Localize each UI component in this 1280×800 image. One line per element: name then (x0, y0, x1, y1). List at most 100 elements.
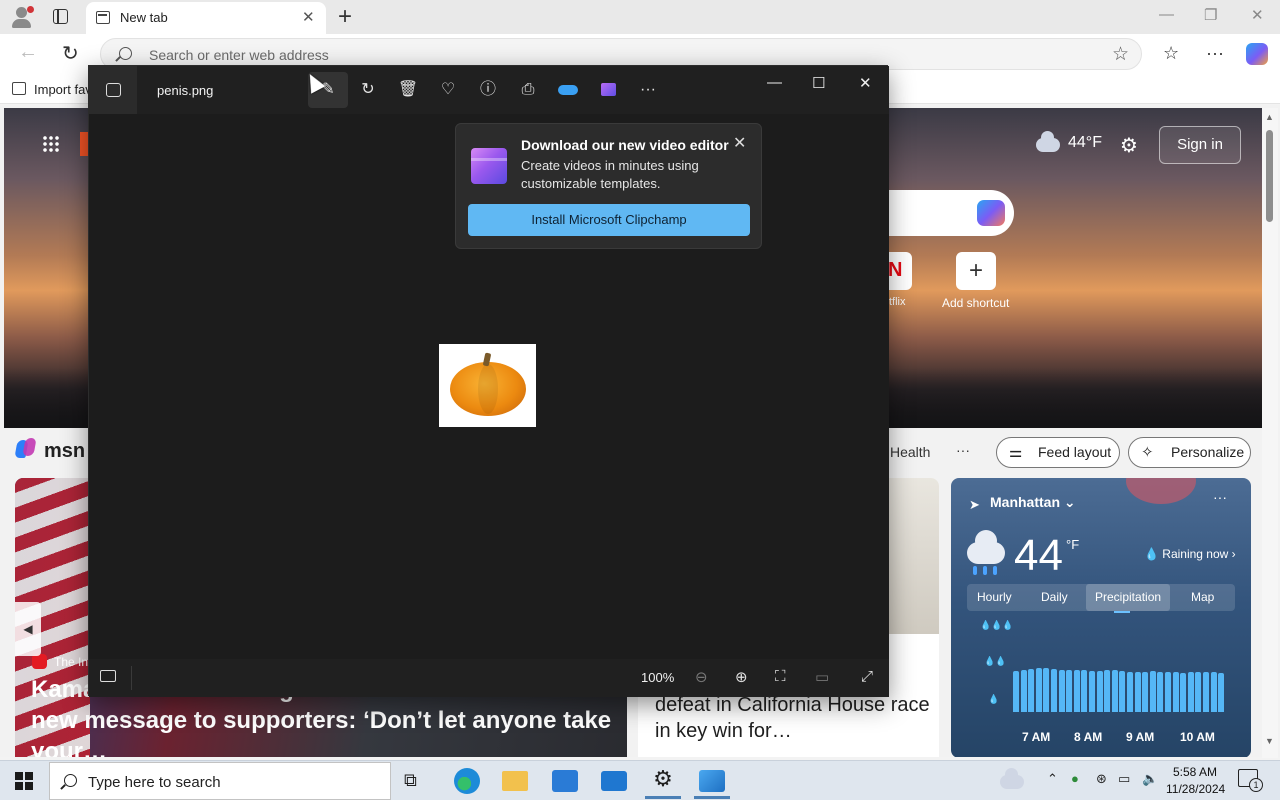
msn-logo-text[interactable]: msn (44, 440, 85, 463)
settings-app-icon[interactable]: ⚙ (645, 766, 681, 799)
precip-bar (1051, 669, 1057, 712)
weather-status[interactable]: 💧 Raining now › (1144, 547, 1236, 561)
fit-to-window-icon[interactable]: ⛶ (775, 668, 786, 685)
browser-restore-icon[interactable]: ❐ (1204, 6, 1217, 24)
nav-health[interactable]: Health (890, 444, 930, 460)
weather-status-text: Raining now (1162, 547, 1229, 561)
weather-tab-hourly[interactable]: Hourly (977, 590, 1012, 604)
scrollbar-thumb[interactable] (1266, 130, 1273, 222)
precipitation-chart: 💧💧💧 💧💧 💧 7 AM 8 AM 9 AM 10 AM (967, 618, 1235, 744)
more-menu-icon[interactable]: ··· (1206, 43, 1224, 64)
volume-icon[interactable]: 🔈 (1142, 771, 1158, 787)
weather-tab-daily[interactable]: Daily (1041, 590, 1068, 604)
back-icon[interactable]: ← (18, 41, 38, 64)
promo-body: Create videos in minutes using customiza… (521, 158, 699, 191)
microsoft-store-icon[interactable] (552, 770, 578, 792)
weather-more-icon[interactable]: ··· (1213, 489, 1227, 505)
nav-more[interactable]: ··· (956, 442, 970, 458)
notification-center-icon[interactable]: 1 (1238, 769, 1263, 792)
weather-tab-precipitation[interactable]: Precipitation (1086, 584, 1171, 613)
tab-title: New tab (120, 10, 168, 25)
onedrive-icon[interactable] (553, 78, 583, 102)
add-shortcut-button[interactable]: + (956, 252, 996, 290)
weather-location[interactable]: Manhattan ⌄ (990, 494, 1076, 511)
photos-app-icon[interactable] (89, 66, 137, 114)
zoom-out-icon[interactable]: ⊖ (695, 668, 708, 686)
task-view-icon[interactable]: ⧉ (404, 770, 430, 796)
show-hidden-icons-icon[interactable]: ⌃ (1047, 771, 1058, 787)
copilot-search-icon[interactable] (977, 200, 1005, 226)
precip-bar (1187, 672, 1194, 712)
clipchamp-icon[interactable] (593, 78, 623, 102)
photos-app-taskbar-icon[interactable] (694, 770, 730, 799)
rotate-icon[interactable]: ↻ (353, 78, 383, 102)
displayed-image-pumpkin[interactable] (439, 344, 536, 427)
precip-bar (1127, 672, 1133, 712)
see-more-icon[interactable]: ··· (633, 78, 663, 102)
fullscreen-icon[interactable]: ⤢ (861, 668, 873, 685)
system-clock[interactable]: 5:58 AM 11/28/2024 (1166, 764, 1225, 798)
header-weather-temp: 44°F (1068, 134, 1102, 151)
taskbar-search-box[interactable]: Type here to search (49, 762, 391, 800)
precip-bar (1180, 673, 1187, 712)
browser-minimize-icon[interactable]: — (1159, 6, 1174, 23)
tab-close-icon[interactable]: ✕ (302, 8, 315, 26)
print-icon[interactable]: ⎙ (513, 78, 543, 102)
personalize-button[interactable]: ✧ Personalize (1128, 437, 1251, 468)
people-icon[interactable]: ● (1071, 771, 1079, 786)
clipchamp-promo-popup: Download our new video editor Create vid… (455, 123, 762, 249)
weather-unit: °F (1066, 537, 1080, 552)
install-clipchamp-button[interactable]: Install Microsoft Clipchamp (468, 204, 750, 236)
apps-launcher-icon[interactable] (42, 135, 60, 153)
tab-new-tab[interactable]: New tab ✕ (86, 2, 326, 34)
promo-close-icon[interactable]: ✕ (733, 133, 746, 153)
favorite-star-icon[interactable]: ☆ (1112, 43, 1129, 66)
security-icon[interactable]: ⊛ (1096, 771, 1107, 787)
source-logo-icon (32, 654, 47, 669)
favorites-icon[interactable]: ☆ (1163, 43, 1179, 64)
viewer-maximize-icon[interactable]: ☐ (812, 74, 825, 92)
import-favorites-link[interactable]: Import fav (34, 82, 92, 97)
favorite-heart-icon[interactable]: ♡ (433, 78, 463, 102)
page-scrollbar[interactable]: ▲ ▼ (1262, 108, 1278, 758)
precip-bar (1089, 671, 1095, 712)
weather-tabs: Hourly Daily Precipitation Map (967, 584, 1235, 613)
precip-bar (1210, 672, 1217, 712)
windows-taskbar: Type here to search ⧉ ⚙ ⌃ ● ⊛ ▭ 🔈 5:58 A… (0, 760, 1280, 800)
sign-in-button[interactable]: Sign in (1159, 126, 1241, 164)
weather-tray-icon[interactable] (1000, 768, 1024, 789)
scroll-up-icon[interactable]: ▲ (1265, 112, 1274, 122)
weather-card[interactable]: ➤ Manhattan ⌄ ··· 44 °F 💧 Raining now › … (951, 478, 1251, 757)
profile-icon[interactable] (10, 6, 34, 28)
new-tab-button[interactable]: + (338, 3, 352, 31)
viewer-minimize-icon[interactable]: — (767, 74, 782, 91)
browser-close-icon[interactable]: ✕ (1251, 6, 1264, 24)
delete-icon[interactable]: 🗑 (393, 78, 423, 102)
precip-bar (1073, 670, 1080, 712)
network-icon[interactable]: ▭ (1118, 771, 1130, 787)
notification-count: 1 (1249, 778, 1263, 792)
info-icon[interactable]: ⓘ (473, 78, 503, 102)
msn-logo-icon[interactable] (14, 438, 42, 460)
browser-tab-bar: New tab ✕ + — ❐ ✕ (0, 0, 1280, 34)
actual-size-icon[interactable]: ▭ (815, 668, 829, 686)
weather-temp: 44 (1014, 531, 1063, 580)
clock-time: 5:58 AM (1172, 765, 1218, 779)
zoom-in-icon[interactable]: ⊕ (735, 668, 748, 686)
edge-browser-icon[interactable] (454, 768, 480, 794)
copilot-icon[interactable] (1246, 43, 1268, 65)
mid-story-headline[interactable]: defeat in California House race in key w… (655, 692, 930, 744)
scroll-down-icon[interactable]: ▼ (1265, 736, 1274, 746)
tab-actions-icon[interactable] (53, 9, 68, 24)
carousel-prev-button[interactable]: ◀ (15, 602, 41, 656)
settings-gear-icon[interactable]: ⚙ (1120, 133, 1138, 158)
refresh-icon[interactable]: ↻ (62, 41, 79, 66)
weather-tab-map[interactable]: Map (1191, 590, 1214, 604)
mail-icon[interactable] (601, 771, 627, 791)
viewer-close-icon[interactable]: ✕ (859, 74, 872, 92)
filmstrip-icon[interactable] (100, 670, 116, 682)
start-windows-icon[interactable] (15, 772, 33, 790)
file-explorer-icon[interactable] (502, 771, 528, 791)
feed-layout-button[interactable]: ⚌ Feed layout (996, 437, 1120, 468)
web-search-box[interactable] (884, 190, 1014, 236)
